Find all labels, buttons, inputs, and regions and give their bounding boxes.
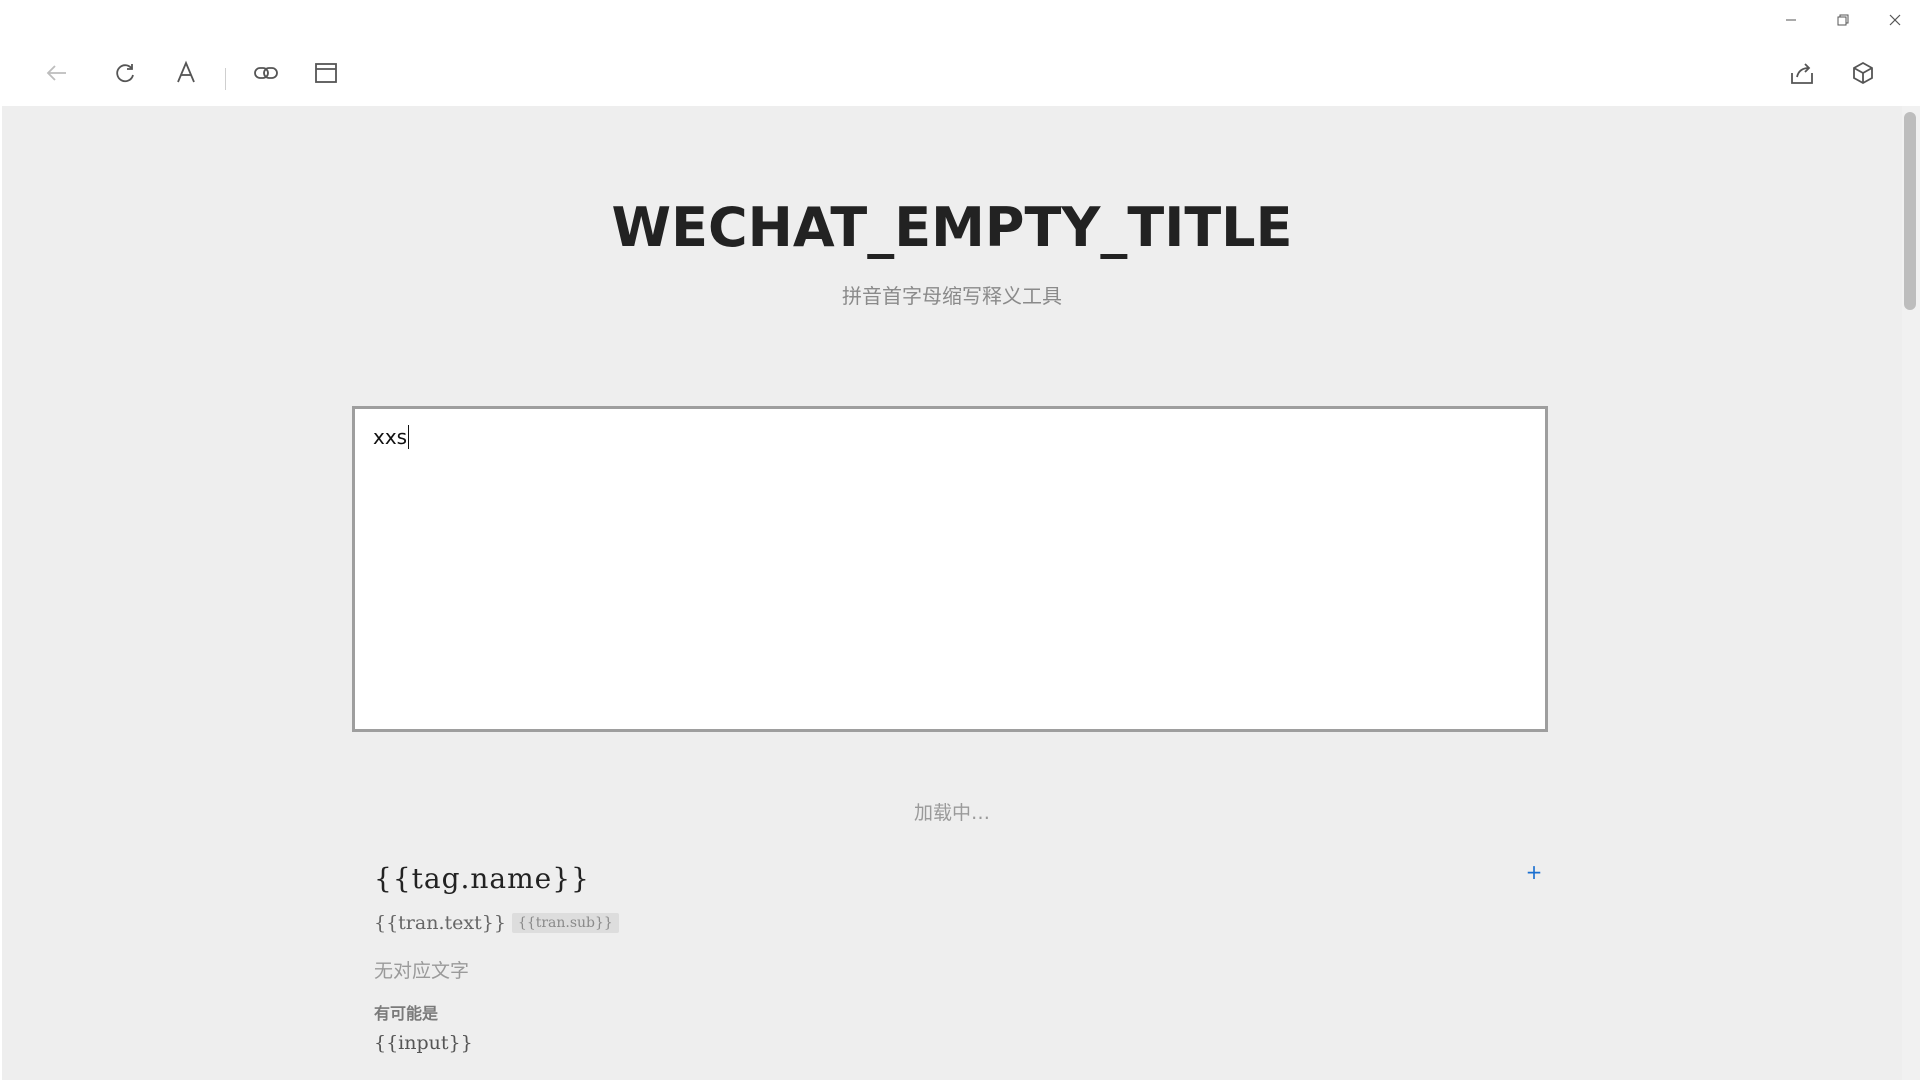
add-button[interactable]: +	[1522, 860, 1546, 884]
cube-icon	[1853, 61, 1873, 85]
title-bar	[0, 0, 1920, 40]
font-button[interactable]	[165, 52, 207, 94]
cube-button[interactable]	[1842, 52, 1884, 94]
app-window: WECHAT_EMPTY_TITLE 拼音首字母缩写释义工具 xxs 加载中… …	[0, 0, 1920, 1080]
back-arrow-icon	[46, 65, 66, 81]
refresh-icon	[116, 64, 134, 83]
minimize-button[interactable]	[1766, 0, 1816, 40]
restore-icon	[1837, 14, 1849, 26]
window-icon	[315, 63, 337, 83]
translation-text: {{tran.text}}	[374, 912, 506, 934]
toolbar	[0, 40, 1920, 106]
text-caret	[408, 425, 410, 449]
tag-name: {{tag.name}}	[374, 862, 590, 895]
maybe-input-text: {{input}}	[374, 1032, 473, 1054]
minimize-icon	[1786, 19, 1796, 21]
maybe-label: 有可能是	[374, 1004, 439, 1023]
share-button[interactable]	[1781, 52, 1823, 94]
refresh-button[interactable]	[104, 52, 146, 94]
close-button[interactable]	[1870, 0, 1920, 40]
translation-sub-badge: {{tran.sub}}	[511, 913, 619, 933]
font-icon	[177, 60, 195, 83]
back-button[interactable]	[36, 52, 78, 94]
page-subtitle: 拼音首字母缩写释义工具	[842, 284, 1062, 308]
share-icon	[1791, 63, 1813, 84]
restore-button[interactable]	[1818, 0, 1868, 40]
link-icon	[254, 67, 278, 79]
close-icon	[1889, 14, 1901, 26]
toolbar-divider	[225, 68, 226, 90]
main-content: WECHAT_EMPTY_TITLE 拼音首字母缩写释义工具 xxs 加载中… …	[2, 106, 1902, 1080]
scrollbar-thumb[interactable]	[1904, 112, 1916, 310]
no-match-text: 无对应文字	[374, 960, 470, 982]
page-title: WECHAT_EMPTY_TITLE	[611, 196, 1293, 259]
input-value: xxs	[373, 425, 408, 449]
window-button[interactable]	[305, 52, 347, 94]
link-button[interactable]	[245, 52, 287, 94]
abbreviation-input[interactable]: xxs	[352, 406, 1548, 732]
translation-row: {{tran.text}} {{tran.sub}}	[374, 912, 619, 934]
loading-text: 加载中…	[913, 802, 990, 824]
